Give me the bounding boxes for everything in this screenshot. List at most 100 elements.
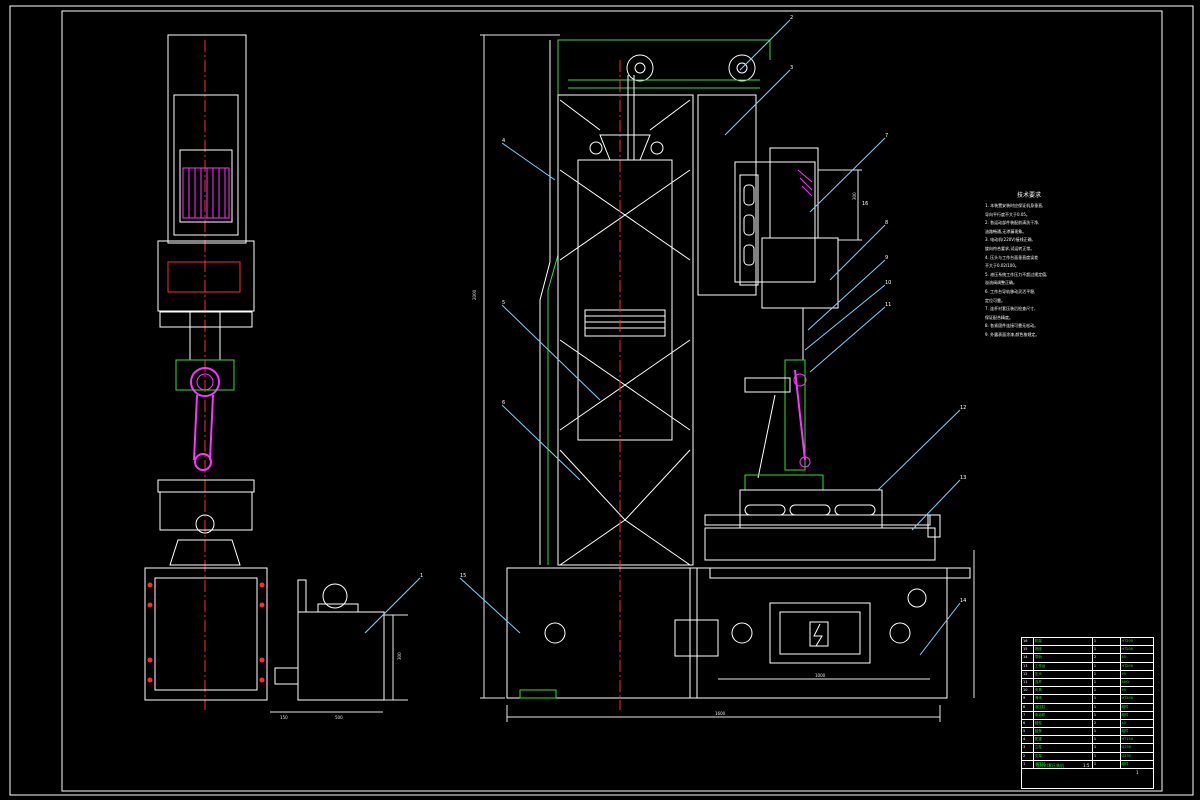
part-number-9: 9: [885, 255, 888, 261]
drawing-sheet: 1: [1136, 770, 1139, 775]
tech-note-line: 3. 电动机(220V)接线正确,: [985, 237, 1033, 243]
part-number-14: 14: [960, 598, 966, 604]
bom-no: 14: [1022, 654, 1034, 662]
bom-no: 2: [1022, 752, 1034, 760]
bom-no: 13: [1022, 662, 1034, 670]
table-row: 11 连杆 1 40Cr: [1022, 678, 1153, 688]
bom-no: 4: [1022, 736, 1034, 744]
dim-base-width: 1600: [715, 711, 726, 716]
bom-material: HT200: [1121, 647, 1133, 652]
side-view: [144, 34, 268, 710]
table-row: 13 工作台 1 HT200: [1022, 662, 1153, 671]
bom-material: Q235: [1121, 753, 1131, 758]
part-number-7: 7: [885, 133, 888, 139]
part-number-15: 15: [460, 573, 466, 579]
table-row: 10 夹具 1 45: [1022, 687, 1153, 696]
cad-drawing: 1 2 3 4 5 6 7 8 9 10 11 12 13 14 15 16 2…: [9, 5, 1194, 796]
bom-material: HT200: [1121, 696, 1133, 701]
tech-note-line: 旋向符合要求,试运转正常。: [985, 245, 1035, 251]
part-number-4: 4: [502, 138, 505, 144]
part-number-10: 10: [885, 280, 891, 286]
table-row: 14 导轨 2 45: [1022, 654, 1153, 663]
tech-note-line: 1. 本装置安装时应保证机身垂直,: [985, 203, 1044, 208]
bom-material: 45: [1121, 688, 1126, 693]
tech-note-line: 保证配合精度。: [985, 314, 1013, 320]
tech-note-line: 油路畅通,无渗漏现象。: [985, 228, 1027, 234]
bom-qty: 1: [1093, 662, 1121, 670]
bom-qty: 1: [1093, 646, 1121, 654]
dim-motor-height: 300: [852, 192, 857, 200]
bom-material: HT150: [1121, 737, 1133, 742]
dim-pump-width: 500: [335, 715, 343, 720]
bom-no: 15: [1022, 646, 1034, 654]
bom-qty: 1: [1093, 703, 1121, 711]
table-row: 7 电动机 1 组件: [1022, 711, 1153, 720]
side-base-bolts: [147, 582, 265, 683]
tech-note-line: 8. 各紧固件连接可靠无松动。: [985, 323, 1039, 329]
bom-qty: 2: [1093, 719, 1121, 728]
bom-name: 工作台: [1034, 662, 1093, 670]
dim-overall-height: 2000: [472, 289, 477, 300]
bom-name: 电动机: [1034, 711, 1093, 719]
truss-bracing: [559, 99, 691, 566]
bom-name: 连杆: [1034, 678, 1093, 687]
bom-qty: 1: [1093, 670, 1121, 678]
bom-no: 7: [1022, 711, 1034, 719]
bom-qty: 1: [1093, 638, 1121, 646]
bom-qty: 2: [1093, 654, 1121, 662]
bom-name: 链轮: [1034, 719, 1093, 728]
part-number-3: 3: [790, 65, 793, 71]
part-number-11: 11: [885, 302, 891, 308]
bom-name: 滑块: [1034, 695, 1093, 703]
table-row: 9 滑块 1 HT200: [1022, 695, 1153, 704]
bom-name: 机架: [1034, 638, 1093, 646]
bom-material: 45: [1121, 720, 1126, 725]
part-number-8: 8: [885, 220, 888, 226]
bom-qty: 1: [1093, 711, 1121, 719]
bom-qty: 1: [1093, 736, 1121, 744]
column-housing: [547, 39, 771, 565]
bom-material: 45: [1121, 671, 1126, 676]
tech-note-line: 2. 各运动部件装配前清洗干净,: [985, 220, 1040, 226]
part-number-1: 1: [420, 573, 423, 579]
bom-no: 16: [1022, 638, 1034, 646]
part-number-6: 6: [502, 400, 505, 406]
bom-qty: 1: [1093, 695, 1121, 703]
bom-name: 配重: [1034, 736, 1093, 744]
drawing-scale: 1:5: [1083, 763, 1090, 768]
worktable: [739, 489, 883, 529]
bom-no: 12: [1022, 670, 1034, 678]
bom-name: 液压缸: [1034, 703, 1093, 711]
front-view: [364, 19, 975, 722]
outer-border: [9, 5, 1194, 796]
bom-no: 9: [1022, 695, 1034, 703]
tech-notes-title: 技术要求: [1016, 192, 1041, 199]
title-block: 连杆衬套压装机 1:5 1: [1021, 760, 1154, 789]
tech-note-line: 5. 液压系统工作压力不超过规定值,: [985, 271, 1048, 277]
counterweight: [577, 159, 673, 441]
dimension-lines: [480, 34, 975, 722]
bom-name: 立柱: [1034, 744, 1093, 752]
dim-pump-offset: 150: [280, 715, 288, 720]
bom-qty: 1: [1093, 687, 1121, 695]
bom-material: 组件: [1121, 712, 1129, 717]
bom-no: 8: [1022, 703, 1034, 711]
tech-note-line: 7. 连杆衬套压装后检查尺寸,: [985, 306, 1036, 312]
table-row: 4 配重 1 HT150: [1022, 736, 1153, 745]
bom-material: Q235: [1121, 745, 1131, 750]
tech-note-line: 导向平行度不大于0.05。: [985, 211, 1030, 217]
table-row: 15 底座 1 HT200: [1022, 646, 1153, 655]
part-number-12: 12: [960, 405, 966, 411]
bom-no: 11: [1022, 678, 1034, 687]
tech-note-line: 不大于0.02/100。: [985, 263, 1019, 269]
technical-requirements: 技术要求 1. 本装置安装时应保证机身垂直, 导向平行度不大于0.05。 2. …: [985, 190, 1073, 340]
table-row: 12 压头 1 45: [1022, 670, 1153, 679]
bom-name: 夹具: [1034, 687, 1093, 695]
table-row: 16 机架 1 HT200: [1022, 638, 1153, 647]
bom-no: 10: [1022, 687, 1034, 695]
dim-pump-height: 300: [397, 652, 402, 660]
bom-material: 40Cr: [1121, 679, 1130, 684]
tech-note-line: 溢流阀调整正确。: [985, 280, 1017, 286]
table-row: 5 链条 1 组件: [1022, 728, 1153, 737]
tech-note-line: 6. 工作台导轨移动灵活平稳,: [985, 288, 1036, 294]
